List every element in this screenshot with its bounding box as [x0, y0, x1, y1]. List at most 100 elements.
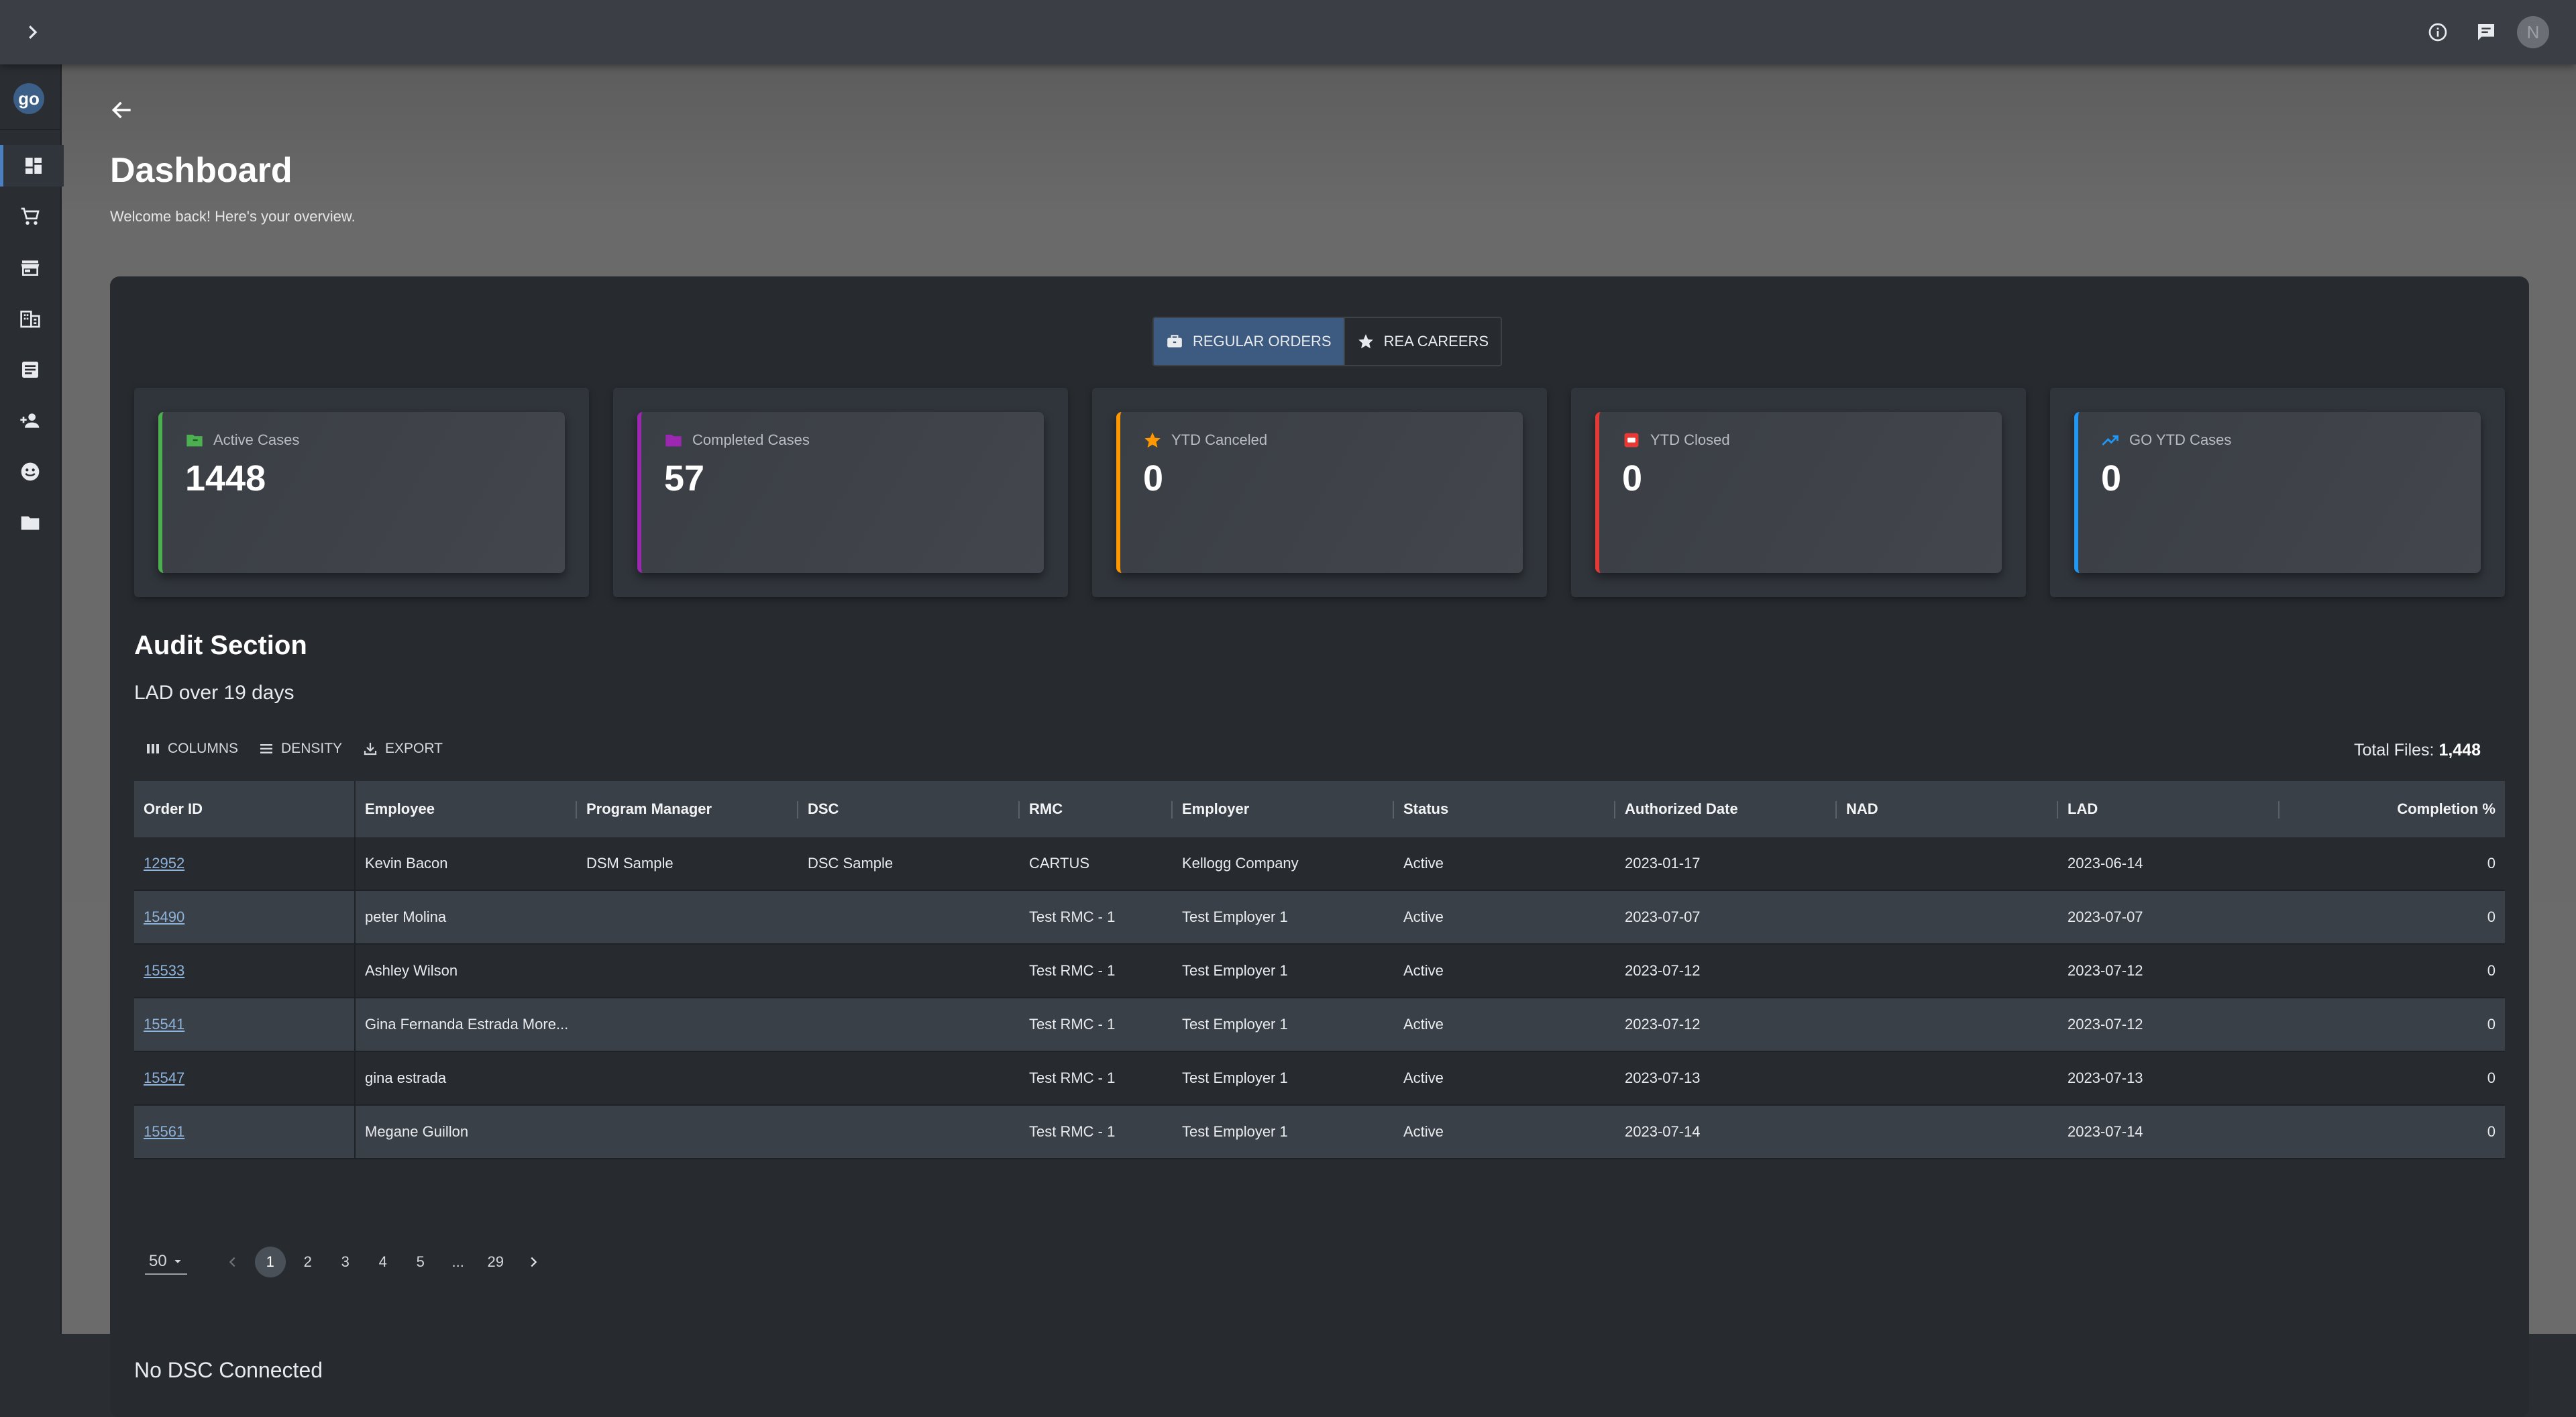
cart-icon	[21, 207, 40, 225]
back-button[interactable]	[102, 90, 142, 130]
table-cell: Ashley Wilson	[365, 962, 458, 979]
table-row[interactable]: 12952 Kevin Bacon DSM Sample DSC Sample CART…	[134, 837, 2505, 891]
column-header-status[interactable]: Status	[1394, 781, 1615, 837]
order-id-link[interactable]: 15541	[134, 998, 356, 1051]
info-button[interactable]	[2420, 15, 2455, 50]
table-cell: Test RMC - 1	[1029, 962, 1116, 979]
star-icon	[1144, 432, 1161, 448]
stat-label: Completed Cases	[692, 431, 810, 448]
sidebar-item-store[interactable]	[0, 247, 60, 288]
page-button[interactable]: 2	[292, 1247, 323, 1277]
previous-page-button[interactable]	[217, 1247, 248, 1277]
expand-sidebar-button[interactable]	[16, 16, 48, 48]
table-row[interactable]: 15533 Ashley Wilson Test RMC - 1 Test Emplo…	[134, 945, 2505, 998]
columns-label: COLUMNS	[168, 741, 239, 756]
stat-cards: Active Cases 1448 Completed Cases 57 YTD…	[134, 388, 2505, 597]
table-row[interactable]: 15547 gina estrada Test RMC - 1 Test Employ…	[134, 1052, 2505, 1106]
table-cell: 2023-07-07	[2068, 908, 2143, 925]
table-cell: Test RMC - 1	[1029, 1069, 1116, 1086]
stat-card-completed-cases: Completed Cases 57	[613, 388, 1068, 597]
sidebar-item-companies[interactable]	[0, 298, 60, 339]
table-cell: Test RMC - 1	[1029, 1123, 1116, 1140]
table-cell: Kellogg Company	[1182, 855, 1299, 872]
total-files: Total Files: 1,448	[2354, 741, 2481, 760]
regular-orders-tab[interactable]: REGULAR ORDERS	[1154, 318, 1344, 365]
page-button[interactable]: 4	[368, 1247, 398, 1277]
page-button[interactable]: 5	[405, 1247, 436, 1277]
sidebar-item-add-user[interactable]	[0, 400, 60, 441]
stat-label: Active Cases	[213, 431, 300, 448]
column-header-program-manager[interactable]: Program Manager	[577, 781, 798, 837]
total-files-value: 1,448	[2438, 741, 2481, 759]
sidebar-item-dashboard[interactable]	[0, 145, 64, 187]
page-button[interactable]: 29	[480, 1247, 511, 1277]
folder-icon	[21, 516, 40, 530]
table-cell: Test RMC - 1	[1029, 1016, 1116, 1033]
column-header-dsc[interactable]: DSC	[798, 781, 1020, 837]
page-size-value: 50	[149, 1252, 167, 1270]
column-header-nad[interactable]: NAD	[1837, 781, 2058, 837]
table-cell: Test Employer 1	[1182, 908, 1288, 925]
audit-section-subtitle: LAD over 19 days	[134, 682, 294, 704]
density-button[interactable]: DENSITY	[258, 741, 342, 757]
order-id-link[interactable]: 15490	[134, 891, 356, 943]
sidebar-item-orders[interactable]	[0, 196, 60, 238]
feedback-button[interactable]	[2469, 15, 2504, 50]
trending-up-icon	[2102, 435, 2118, 445]
column-header-rmc[interactable]: RMC	[1020, 781, 1173, 837]
chevron-right-icon	[531, 1257, 537, 1267]
table-cell: 2023-07-13	[1625, 1069, 1701, 1086]
star-icon	[1358, 334, 1373, 349]
columns-button[interactable]: COLUMNS	[145, 741, 238, 757]
column-header-employer[interactable]: Employer	[1173, 781, 1394, 837]
sidebar-item-documents[interactable]	[0, 349, 60, 390]
table-cell: Active	[1403, 1123, 1444, 1140]
sidebar-item-support[interactable]	[0, 451, 60, 492]
no-dsc-heading: No DSC Connected	[134, 1358, 323, 1382]
table-cell: 2023-07-14	[1625, 1123, 1701, 1140]
order-id-link[interactable]: 15561	[134, 1106, 356, 1158]
table-cell: 2023-07-12	[2068, 1016, 2143, 1033]
page-size-select[interactable]: 50	[145, 1249, 187, 1275]
table-cell: Test Employer 1	[1182, 1016, 1288, 1033]
sidebar-item-files[interactable]	[0, 502, 60, 543]
table-row[interactable]: 15490 peter Molina Test RMC - 1 Test Employ…	[134, 891, 2505, 945]
next-page-button[interactable]	[518, 1247, 549, 1277]
order-id-link[interactable]: 15547	[134, 1052, 356, 1104]
table-cell: DSC Sample	[808, 855, 894, 872]
table-row[interactable]: 15541 Gina Fernanda Estrada More... Test R…	[134, 998, 2505, 1052]
column-header-employee[interactable]: Employee	[356, 781, 577, 837]
page-subtitle: Welcome back! Here's your overview.	[110, 208, 356, 225]
stat-label: YTD Canceled	[1171, 431, 1268, 448]
go-logo[interactable]: go	[13, 83, 44, 114]
sidebar-divider	[0, 129, 60, 130]
sidebar: go	[0, 64, 64, 1334]
table-cell: 0	[2487, 1016, 2496, 1033]
business-icon	[20, 311, 40, 328]
table-cell: Test Employer 1	[1182, 1123, 1288, 1140]
page-button[interactable]: 3	[330, 1247, 361, 1277]
table-row[interactable]: 15561 Megane Guillon Test RMC - 1 Test Empl…	[134, 1106, 2505, 1159]
table-cell: 0	[2487, 908, 2496, 925]
table-cell: gina estrada	[365, 1069, 447, 1086]
order-id-link[interactable]: 15533	[134, 945, 356, 997]
table-body: 12952 Kevin Bacon DSM Sample DSC Sample CART…	[134, 837, 2505, 1159]
export-button[interactable]: EXPORT	[362, 741, 443, 757]
table-cell: 0	[2487, 962, 2496, 979]
column-header-lad[interactable]: LAD	[2058, 781, 2279, 837]
order-id-link[interactable]: 12952	[134, 837, 356, 890]
stat-card-active-cases: Active Cases 1448	[134, 388, 589, 597]
table-cell: Test Employer 1	[1182, 962, 1288, 979]
folder-icon	[665, 434, 682, 447]
user-avatar[interactable]: N	[2517, 16, 2549, 48]
column-header-order-id[interactable]: Order ID	[134, 781, 356, 837]
rea-careers-tab[interactable]: REA CAREERS	[1343, 318, 1501, 365]
column-header-authorized-date[interactable]: Authorized Date	[1615, 781, 1837, 837]
table-cell: 2023-07-14	[2068, 1123, 2143, 1140]
page-button[interactable]: 1	[254, 1247, 286, 1277]
table-cell: Kevin Bacon	[365, 855, 448, 872]
table-cell: Gina Fernanda Estrada More...	[365, 1016, 569, 1033]
export-label: EXPORT	[385, 741, 443, 756]
column-header-completion[interactable]: Completion %	[2279, 781, 2505, 837]
stat-card-ytd-canceled: YTD Canceled 0	[1092, 388, 1547, 597]
